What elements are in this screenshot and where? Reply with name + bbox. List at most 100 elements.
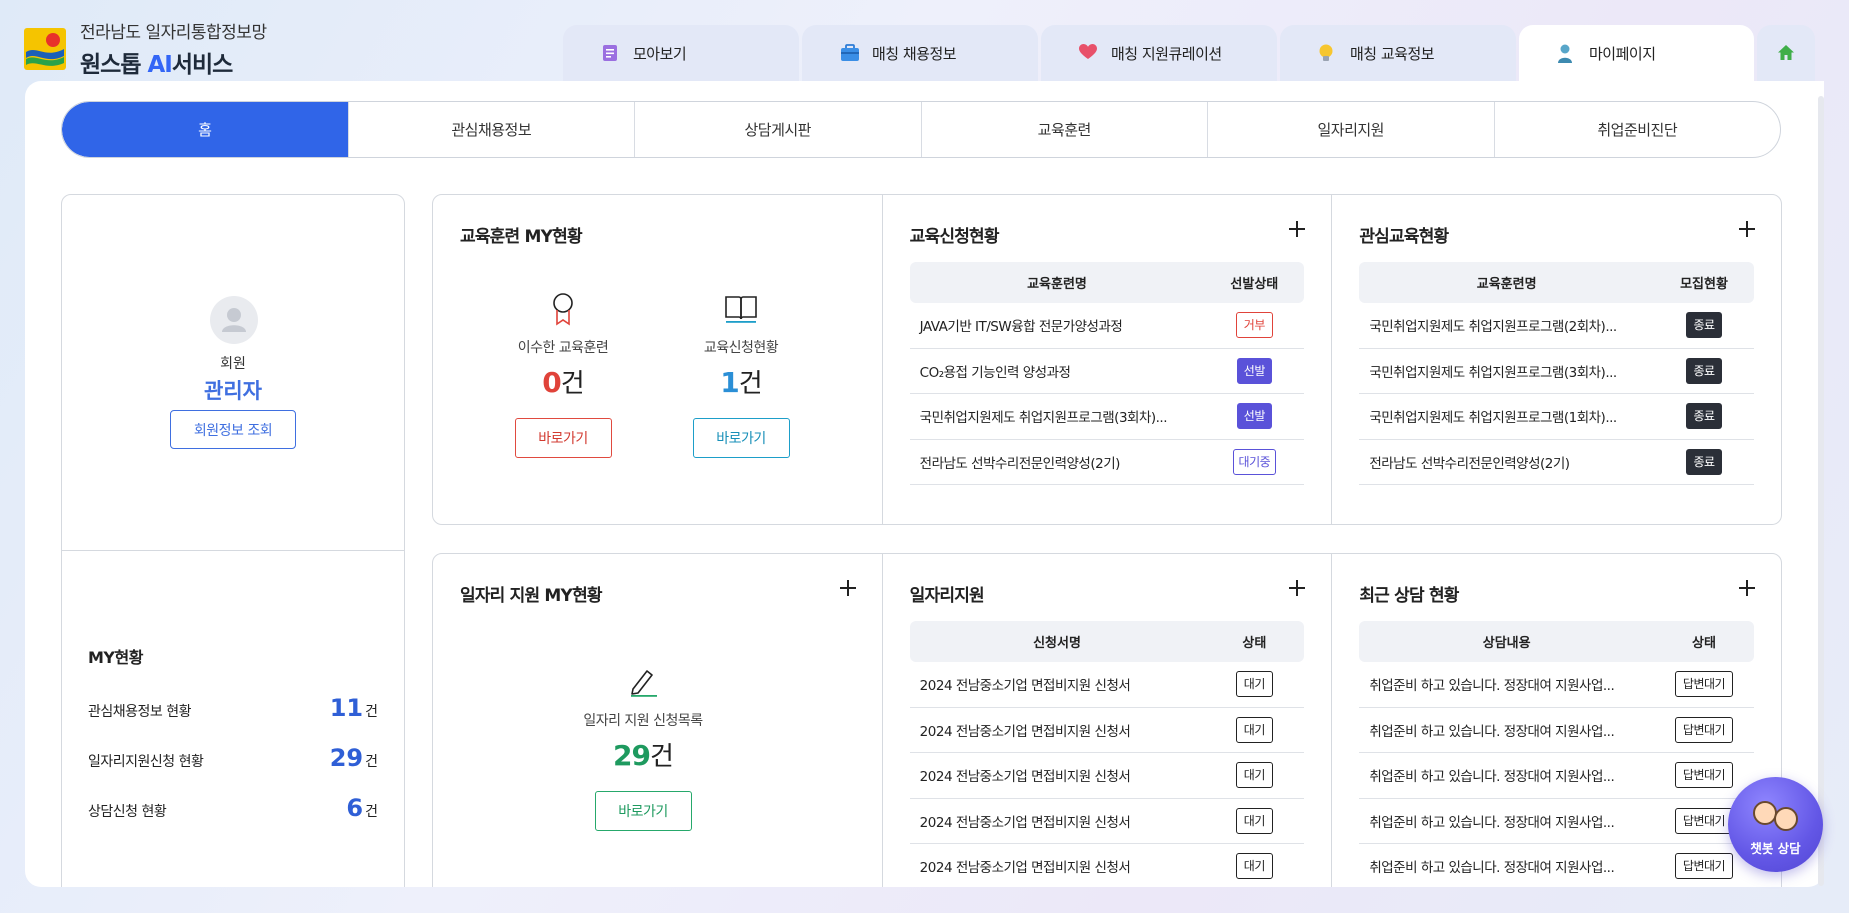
jeonnam-logo-icon (24, 27, 66, 70)
my-status-job-support[interactable]: 일자리지원신청 현황 29 건 (88, 744, 378, 772)
consult-more-icon[interactable] (1737, 578, 1757, 598)
education-apply-more-icon[interactable] (1287, 219, 1307, 239)
status-badge: 답변대기 (1674, 853, 1734, 880)
site-logo[interactable]: 전라남도 일자리통합정보망 원스톱 AI서비스 (24, 18, 267, 79)
education-my-card: 교육훈련 MY현황 이수한 교육훈련 0건 바로가기 교육신청현황 1건 바로가… (433, 195, 882, 524)
subnav-job-support[interactable]: 일자리지원 (1207, 102, 1494, 157)
table-row[interactable]: 취업준비 하고 있습니다. 정장대여 지원사업... 답변대기 (1359, 662, 1755, 708)
site-title: 원스톱 AI서비스 (80, 52, 233, 78)
main-panel: 홈 관심채용정보 상담게시판 교육훈련 일자리지원 취업준비진단 회원 관리자 … (25, 81, 1824, 887)
status-badge: 대기 (1235, 716, 1273, 743)
subnav-consult-board[interactable]: 상담게시판 (634, 102, 921, 157)
table-row[interactable]: 국민취업지원제도 취업지원프로그램(1회차)... 종료 (1359, 394, 1755, 440)
table-row[interactable]: CO₂용접 기능인력 양성과정 선발 (909, 349, 1305, 394)
subnav-education[interactable]: 교육훈련 (920, 102, 1208, 157)
table-row[interactable]: 국민취업지원제도 취업지원프로그램(3회차)... 선발 (909, 394, 1305, 440)
heart-icon (1079, 44, 1097, 62)
job-row: 일자리 지원 MY현황 일자리 지원 신청목록 29건 바로가기 일자리지원 신… (432, 553, 1782, 887)
briefcase-icon (840, 44, 859, 62)
completed-training-stat: 이수한 교육훈련 0건 바로가기 (483, 289, 643, 458)
table-row[interactable]: 국민취업지원제도 취업지원프로그램(3회차)... 종료 (1359, 349, 1755, 394)
table-row[interactable]: 2024 전남중소기업 면접비지원 신청서 대기 (909, 799, 1305, 844)
subnav-interest-jobs[interactable]: 관심채용정보 (347, 102, 635, 157)
tab-mypage-label: 마이페이지 (1589, 44, 1656, 63)
job-support-table: 신청서명 상태 2024 전남중소기업 면접비지원 신청서 대기 2024 전남… (909, 621, 1305, 887)
my-status-interest-jobs[interactable]: 관심채용정보 현황 11 건 (88, 694, 378, 722)
tab-matching-curation[interactable]: 매칭 지원큐레이션 (1041, 25, 1277, 81)
site-subtitle: 전라남도 일자리통합정보망 (80, 23, 267, 43)
consult-table: 상담내용 상태 취업준비 하고 있습니다. 정장대여 지원사업... 답변대기 … (1359, 621, 1755, 887)
divider (62, 550, 404, 551)
table-row[interactable]: 2024 전남중소기업 면접비지원 신청서 대기 (909, 708, 1305, 753)
education-row: 교육훈련 MY현황 이수한 교육훈련 0건 바로가기 교육신청현황 1건 바로가… (432, 194, 1782, 525)
education-my-title: 교육훈련 MY현황 (460, 227, 583, 247)
table-row[interactable]: 2024 전남중소기업 면접비지원 신청서 대기 (909, 753, 1305, 799)
status-badge: 거부 (1235, 312, 1273, 339)
view-member-info-button[interactable]: 회원정보 조회 (170, 410, 296, 449)
table-row[interactable]: 2024 전남중소기업 면접비지원 신청서 대기 (909, 662, 1305, 708)
chatbot-label: 챗봇 상담 (1750, 841, 1801, 856)
tab-matching-jobs[interactable]: 매칭 채용정보 (802, 25, 1038, 81)
table-row[interactable]: 2024 전남중소기업 면접비지원 신청서 대기 (910, 844, 1305, 887)
applied-training-go-button[interactable]: 바로가기 (692, 418, 790, 458)
subnav-home[interactable]: 홈 (62, 102, 348, 157)
completed-training-count: 0건 (542, 366, 584, 399)
status-badge: 대기중 (1232, 448, 1277, 475)
table-row[interactable]: 국민취업지원제도 취업지원프로그램(2회차)... 종료 (1359, 303, 1755, 349)
my-status-consult[interactable]: 상담신청 현황 6건 (88, 794, 378, 822)
education-apply-title: 교육신청현황 (909, 227, 1000, 247)
subnav-career-diagnosis[interactable]: 취업준비진단 (1493, 102, 1781, 157)
status-badge: 답변대기 (1674, 807, 1734, 834)
status-badge: 대기 (1235, 671, 1273, 698)
table-row[interactable]: 전라남도 선박수리전문인력양성(2기) 대기중 (909, 440, 1305, 485)
consult-card: 최근 상담 현황 상담내용 상태 취업준비 하고 있습니다. 정장대여 지원사업… (1331, 554, 1781, 887)
status-badge: 종료 (1686, 403, 1722, 430)
status-badge: 답변대기 (1674, 762, 1734, 789)
top-tab-bar: 모아보기 매칭 채용정보 매칭 지원큐레이션 매칭 교육정보 마이페이지 (563, 25, 1815, 81)
status-badge: 선발 (1236, 357, 1272, 384)
status-badge: 종료 (1686, 312, 1722, 339)
table-row[interactable]: 취업준비 하고 있습니다. 정장대여 지원사업... 답변대기 (1359, 708, 1755, 753)
table-row[interactable]: 전라남도 선박수리전문인력양성(2기) 종료 (1359, 440, 1755, 485)
table-row[interactable]: 취업준비 하고 있습니다. 정장대여 지원사업... 답변대기 (1359, 753, 1755, 799)
job-my-card: 일자리 지원 MY현황 일자리 지원 신청목록 29건 바로가기 (433, 554, 882, 887)
job-apply-go-button[interactable]: 바로가기 (594, 791, 692, 831)
education-interest-table: 교육훈련명 모집현황 국민취업지원제도 취업지원프로그램(2회차)... 종료 … (1359, 262, 1755, 485)
book-icon (661, 289, 821, 329)
table-row[interactable]: 취업준비 하고 있습니다. 정장대여 지원사업... 답변대기 (1359, 799, 1755, 844)
job-support-more-icon[interactable] (1287, 578, 1307, 598)
job-support-card: 일자리지원 신청서명 상태 2024 전남중소기업 면접비지원 신청서 대기 2… (881, 554, 1332, 887)
table-header: 신청서명 상태 (909, 621, 1305, 662)
status-badge: 선발 (1236, 403, 1272, 430)
tab-matching-jobs-label: 매칭 채용정보 (872, 44, 957, 63)
page-scrollbar[interactable] (1818, 96, 1824, 886)
tab-matching-education[interactable]: 매칭 교육정보 (1280, 25, 1516, 81)
completed-training-go-button[interactable]: 바로가기 (514, 418, 612, 458)
award-icon (483, 289, 643, 329)
member-role: 회원 (220, 356, 246, 372)
person-icon (1557, 44, 1575, 63)
applied-training-count: 1건 (720, 366, 762, 399)
job-my-more-icon[interactable] (838, 578, 858, 598)
status-badge: 대기 (1235, 762, 1273, 789)
tab-overview[interactable]: 모아보기 (563, 25, 799, 81)
tab-home[interactable] (1757, 25, 1815, 81)
job-support-title: 일자리지원 (909, 586, 985, 606)
tab-mypage[interactable]: 마이페이지 (1519, 25, 1754, 81)
education-apply-card: 교육신청현황 교육훈련명 선발상태 JAVA기반 IT/SW융합 전문가양성과정… (881, 195, 1332, 524)
job-my-title: 일자리 지원 MY현황 (460, 586, 603, 606)
tab-overview-label: 모아보기 (633, 44, 687, 63)
status-badge: 대기 (1235, 853, 1273, 880)
consult-title: 최근 상담 현황 (1359, 586, 1459, 606)
table-row[interactable]: 취업준비 하고 있습니다. 정장대여 지원사업... 답변대기 (1359, 844, 1754, 887)
member-name: 관리자 (204, 379, 262, 403)
chatbot-button[interactable]: 챗봇 상담 (1728, 777, 1823, 872)
profile-box: 회원 관리자 회원정보 조회 MY현황 관심채용정보 현황 11 건 일자리지원신… (61, 194, 405, 887)
job-apply-list-stat: 일자리 지원 신청목록 29건 바로가기 (543, 662, 743, 831)
table-row[interactable]: JAVA기반 IT/SW융합 전문가양성과정 거부 (909, 303, 1305, 349)
tab-matching-education-label: 매칭 교육정보 (1350, 44, 1435, 63)
avatar (210, 296, 258, 344)
education-interest-card: 관심교육현황 교육훈련명 모집현황 국민취업지원제도 취업지원프로그램(2회차)… (1331, 195, 1781, 524)
status-badge: 답변대기 (1674, 716, 1734, 743)
education-interest-more-icon[interactable] (1737, 219, 1757, 239)
